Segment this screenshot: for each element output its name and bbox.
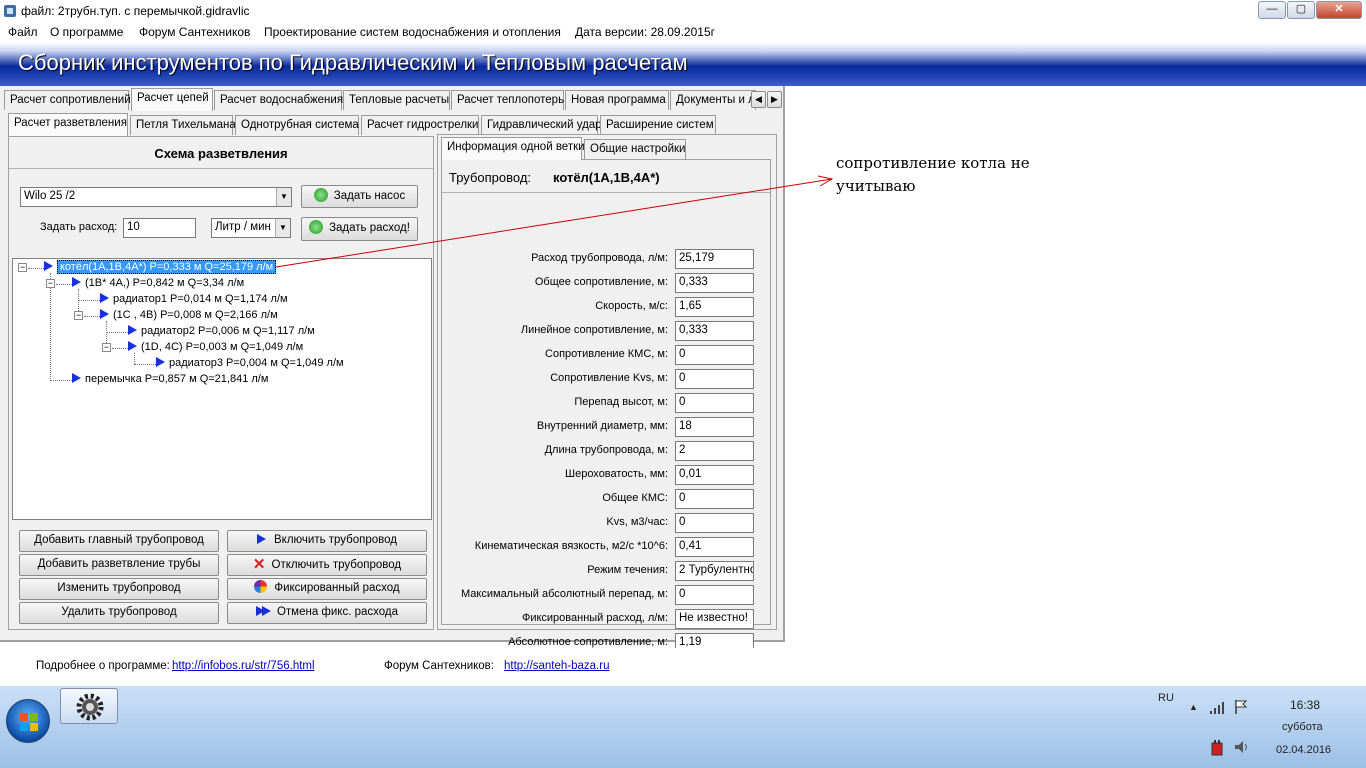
- network-icon[interactable]: [1210, 702, 1226, 714]
- footer: Подробнее о программе: http://infobos.ru…: [0, 648, 1366, 686]
- gear-icon: [76, 693, 104, 721]
- clock-day: суббота: [1282, 721, 1323, 733]
- about-link[interactable]: http://infobos.ru/str/756.html: [172, 660, 315, 672]
- annotation-note: сопротивление котла не учитываю: [836, 154, 1030, 195]
- flag-icon[interactable]: [1234, 699, 1248, 715]
- tab-single-branch[interactable]: Информация одной ветки: [441, 137, 585, 160]
- about-label: Подробнее о программе:: [36, 660, 170, 672]
- start-button[interactable]: [6, 699, 50, 743]
- tab-circuits[interactable]: Расчет цепей: [131, 88, 213, 111]
- forum-link[interactable]: http://santeh-baza.ru: [504, 660, 609, 672]
- windows-logo-icon: [20, 713, 38, 731]
- tab-branching[interactable]: Расчет разветвления: [8, 113, 128, 136]
- language-indicator[interactable]: RU: [1158, 692, 1174, 704]
- power-icon[interactable]: [1210, 740, 1224, 756]
- forum-label: Форум Сантехников:: [384, 660, 494, 672]
- show-hidden-icons-icon[interactable]: ▲: [1189, 702, 1198, 712]
- clock-date: 02.04.2016: [1276, 744, 1332, 756]
- volume-icon[interactable]: [1234, 740, 1250, 754]
- taskbar-app-button[interactable]: [60, 688, 118, 724]
- taskbar: RU ▲ 16:38 суббота 02.04.2016: [0, 686, 1366, 768]
- clock-time[interactable]: 16:38: [1290, 698, 1320, 712]
